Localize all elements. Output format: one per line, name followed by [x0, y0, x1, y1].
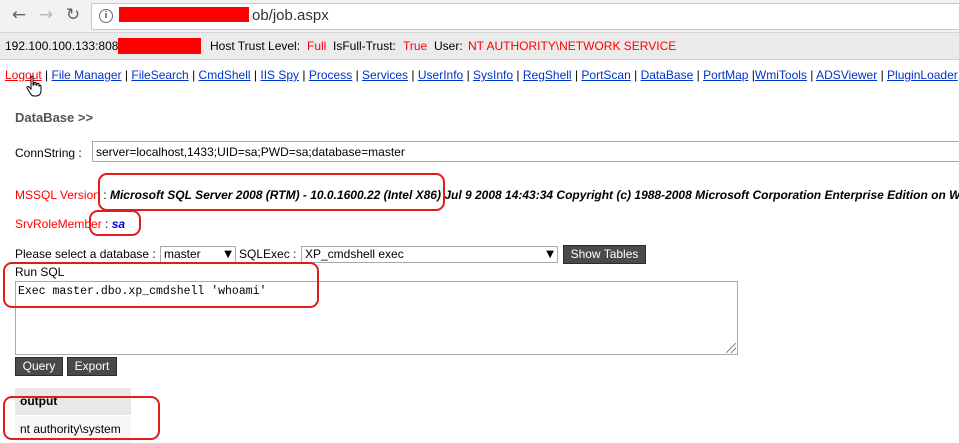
menu-item-iis-spy[interactable]: IIS Spy	[260, 68, 299, 82]
info-icon[interactable]: i	[99, 9, 113, 23]
menu-item-sysinfo[interactable]: SysInfo	[473, 68, 513, 82]
hand-cursor-icon	[26, 76, 42, 97]
menu-item-portmap[interactable]: PortMap	[703, 68, 748, 82]
user-label: User:	[434, 39, 463, 53]
reload-icon[interactable]: ↻	[62, 4, 84, 26]
database-select[interactable]: master ▼	[160, 246, 236, 263]
sqlexec-label: SQLExec :	[239, 247, 297, 261]
host-trust-label: Host Trust Level:	[210, 39, 301, 53]
menu-item-services[interactable]: Services	[362, 68, 408, 82]
menu-item-process[interactable]: Process	[309, 68, 352, 82]
db-select-label: Please select a database :	[15, 247, 156, 261]
menu-item-filesearch[interactable]: FileSearch	[131, 68, 188, 82]
ip-redaction	[118, 38, 201, 54]
server-ip: 192.100.100.133:808	[5, 39, 119, 53]
page-title: DataBase >>	[15, 110, 94, 125]
annotation-box-output	[3, 396, 160, 440]
export-button[interactable]: Export	[67, 357, 117, 376]
menu-item-regshell[interactable]: RegShell	[523, 68, 572, 82]
main-menu: Logout | File Manager | FileSearch | Cmd…	[5, 68, 958, 82]
url-redaction	[119, 7, 249, 22]
forward-arrow-icon[interactable]: →	[35, 4, 57, 26]
annotation-box-version	[98, 173, 445, 211]
show-tables-button[interactable]: Show Tables	[563, 245, 646, 264]
connstring-label: ConnString :	[15, 146, 82, 160]
chevron-down-icon: ▼	[546, 249, 554, 260]
menu-item-userinfo[interactable]: UserInfo	[418, 68, 463, 82]
annotation-box-srvrole	[89, 210, 141, 236]
full-trust-label: IsFull-Trust:	[333, 39, 396, 53]
resize-grip-icon[interactable]	[726, 343, 736, 353]
full-trust-value: True	[403, 39, 428, 53]
connstring-input[interactable]	[92, 141, 959, 162]
host-trust-value: Full	[307, 39, 327, 53]
menu-item-pluginloader[interactable]: PluginLoader	[887, 68, 958, 82]
menu-item-file-manager[interactable]: File Manager	[52, 68, 122, 82]
query-button[interactable]: Query	[15, 357, 63, 376]
annotation-box-run-sql	[3, 262, 319, 308]
menu-item-database[interactable]: DataBase	[641, 68, 694, 82]
chevron-down-icon: ▼	[224, 249, 232, 260]
user-value: NT AUTHORITY\NETWORK SERVICE	[468, 39, 677, 53]
back-arrow-icon[interactable]: ←	[8, 4, 30, 26]
menu-item-wmitools[interactable]: WmiTools	[755, 68, 807, 82]
mssql-version-label: MSSQL Version	[15, 188, 100, 202]
url-text[interactable]: ob/job.aspx	[252, 7, 329, 24]
mssql-version-details: Jul 9 2008 14:43:34 Copyright (c) 1988-2…	[440, 188, 959, 202]
menu-item-portscan[interactable]: PortScan	[581, 68, 630, 82]
menu-item-adsviewer[interactable]: ADSViewer	[816, 68, 877, 82]
sqlexec-select[interactable]: XP_cmdshell exec ▼	[301, 246, 558, 263]
menu-item-cmdshell[interactable]: CmdShell	[199, 68, 251, 82]
